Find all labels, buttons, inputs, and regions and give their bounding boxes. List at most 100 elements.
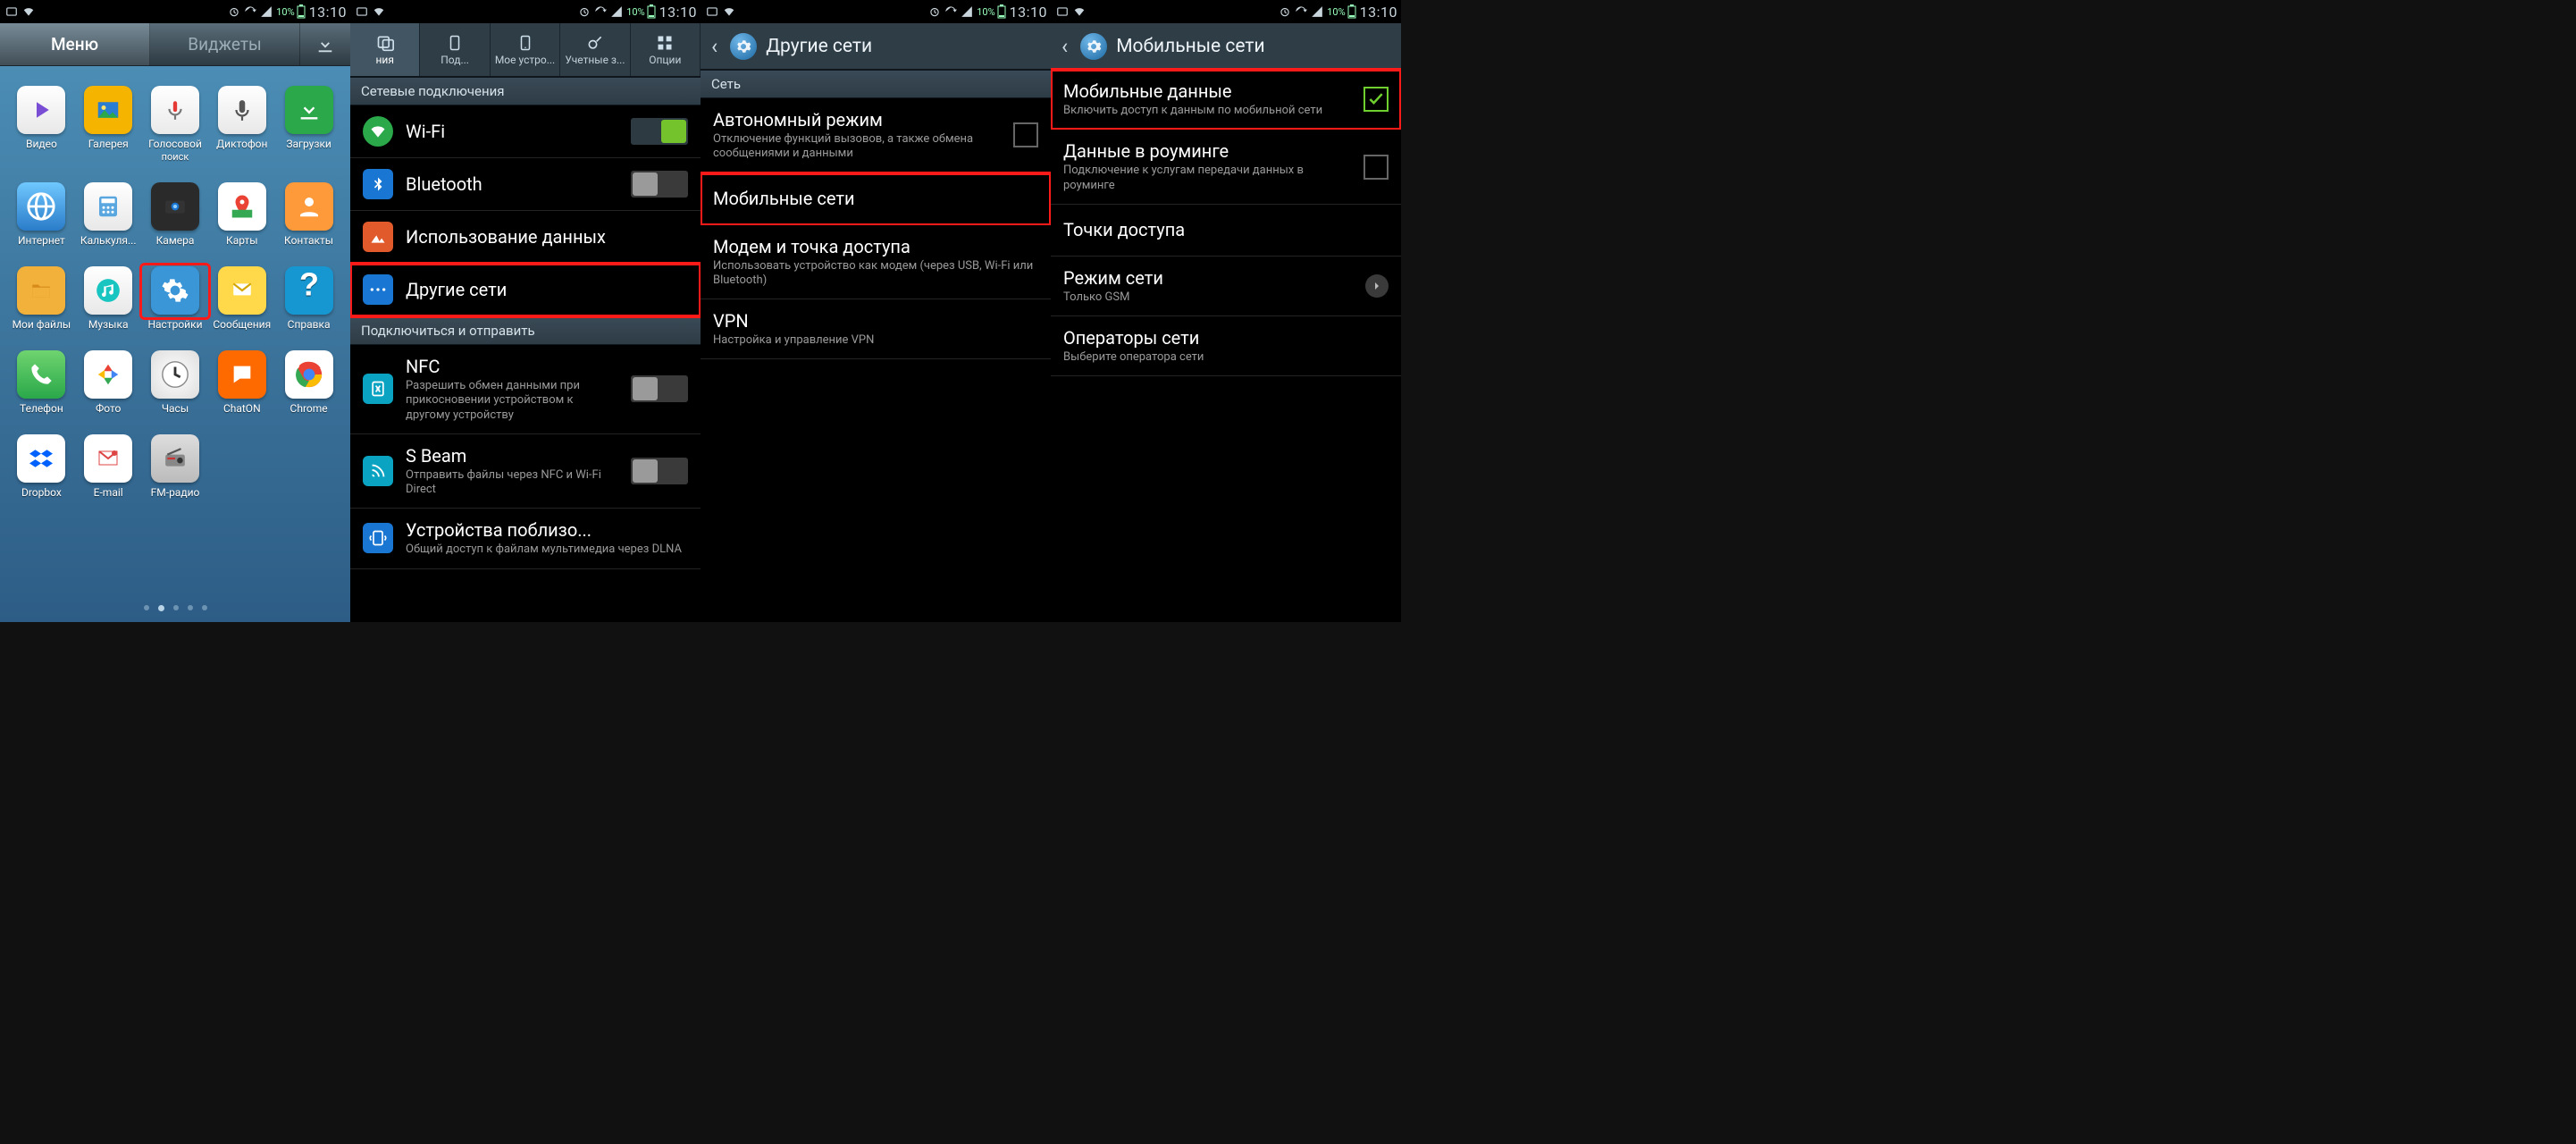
row-sbeam[interactable]: S BeamОтправить файлы через NFC и Wi-Fi …: [350, 434, 701, 509]
row-netmode[interactable]: Режим сетиТолько GSM: [1051, 257, 1401, 316]
checkbox-roaming[interactable]: [1364, 155, 1389, 180]
row-title: Wi-Fi: [406, 121, 618, 142]
help-icon: ?: [285, 266, 333, 315]
radio-icon: [151, 434, 199, 483]
row-title: Мобильные сети: [713, 188, 1038, 209]
row-mobiledata[interactable]: Мобильные данныеВключить доступ к данным…: [1051, 70, 1401, 130]
clock: 13:10: [659, 4, 697, 21]
row-wifi[interactable]: Wi-Fi: [350, 105, 701, 158]
row-tether[interactable]: Модем и точка доступаИспользовать устрой…: [701, 225, 1051, 300]
app-label: Видео: [26, 138, 57, 150]
screen-title: Другие сети: [766, 36, 872, 57]
ie-icon: [17, 182, 65, 231]
app-msg[interactable]: Сообщения: [209, 266, 274, 331]
app-video[interactable]: Видео: [9, 86, 74, 163]
row-nfc[interactable]: NFCРазрешить обмен данными при прикоснов…: [350, 345, 701, 434]
dl-icon: [285, 86, 333, 134]
row-subtitle: Выберите оператора сети: [1063, 350, 1389, 365]
app-contacts[interactable]: Контакты: [276, 182, 341, 247]
tab-mydevice[interactable]: Мое устро...: [491, 23, 560, 76]
clock: 13:10: [1360, 4, 1397, 21]
app-phone[interactable]: Телефон: [9, 350, 74, 415]
tab-widgets[interactable]: Виджеты: [150, 23, 300, 65]
app-calc[interactable]: Калькуля...: [76, 182, 141, 247]
battery-indicator: 10%: [276, 4, 305, 19]
app-label-sub: поиск: [162, 151, 189, 163]
app-label: Dropbox: [21, 486, 62, 499]
row-morenets[interactable]: Другие сети: [350, 264, 701, 316]
back-button[interactable]: ‹: [1058, 34, 1071, 59]
app-music[interactable]: Музыка: [76, 266, 141, 331]
app-grid-area: ВидеоГалереяГолосовойпоискДиктофонЗагруз…: [0, 66, 350, 622]
app-cam[interactable]: Камера: [143, 182, 208, 247]
row-datausage[interactable]: Использование данных: [350, 211, 701, 264]
maps-icon: [218, 182, 266, 231]
download-tab-icon[interactable]: [300, 23, 350, 65]
app-label: Голосовой: [148, 138, 202, 150]
row-mobilenets[interactable]: Мобильные сети: [701, 173, 1051, 225]
tab-menu[interactable]: Меню: [0, 23, 150, 65]
section-network-connections: Сетевые подключения: [350, 77, 701, 105]
drawer-tabbar: Меню Виджеты: [0, 23, 350, 66]
music-icon: [84, 266, 132, 315]
app-label: Камера: [156, 234, 195, 247]
toggle-bt[interactable]: [631, 171, 688, 198]
app-voice[interactable]: Голосовойпоиск: [143, 86, 208, 163]
toggle-sbeam[interactable]: [631, 458, 688, 484]
row-subtitle: Использовать устройство как модем (через…: [713, 259, 1038, 289]
toggle-nfc[interactable]: [631, 375, 688, 402]
app-label: FM-радио: [151, 486, 200, 499]
row-nearby[interactable]: Устройства поблизо...Общий доступ к файл…: [350, 509, 701, 568]
app-photos[interactable]: Фото: [76, 350, 141, 415]
row-subtitle: Разрешить обмен данными при прикосновени…: [406, 379, 618, 423]
section-connect-share: Подключиться и отправить: [350, 316, 701, 345]
chevron-right-icon: [1365, 274, 1389, 298]
tab-accounts[interactable]: Учетные з...: [560, 23, 630, 76]
app-email[interactable]: E-mail: [76, 434, 141, 499]
row-subtitle: Включить доступ к данным по мобильной се…: [1063, 104, 1351, 118]
app-chrome[interactable]: Chrome: [276, 350, 341, 415]
status-bar: 10% 13:10: [0, 0, 350, 23]
row-airplane[interactable]: Автономный режимОтключение функций вызов…: [701, 98, 1051, 173]
app-gallery[interactable]: Галерея: [76, 86, 141, 163]
checkbox-mobiledata[interactable]: [1364, 87, 1389, 112]
row-vpn[interactable]: VPNНастройка и управление VPN: [701, 299, 1051, 359]
row-title: Устройства поблизо...: [406, 519, 688, 541]
row-operators[interactable]: Операторы сетиВыберите оператора сети: [1051, 316, 1401, 376]
app-files[interactable]: Мои файлы: [9, 266, 74, 331]
app-clock[interactable]: Часы: [143, 350, 208, 415]
page-indicator: [9, 598, 341, 615]
app-maps[interactable]: Карты: [209, 182, 274, 247]
phone-icon: [17, 350, 65, 399]
row-apn[interactable]: Точки доступа: [1051, 205, 1401, 257]
tab-device[interactable]: Под...: [420, 23, 490, 76]
app-radio[interactable]: FM-радио: [143, 434, 208, 499]
status-bar: 10% 13:10: [1051, 0, 1401, 23]
tab-more[interactable]: Опции: [631, 23, 701, 76]
row-title: Использование данных: [406, 226, 688, 248]
row-bt[interactable]: Bluetooth: [350, 158, 701, 211]
row-title: NFC: [406, 356, 618, 377]
row-subtitle: Отправить файлы через NFC и Wi-Fi Direct: [406, 468, 618, 498]
app-help[interactable]: ?Справка: [276, 266, 341, 331]
app-rec[interactable]: Диктофон: [209, 86, 274, 163]
app-ie[interactable]: Интернет: [9, 182, 74, 247]
app-dropbox[interactable]: Dropbox: [9, 434, 74, 499]
app-chaton[interactable]: ChatON: [209, 350, 274, 415]
app-label: ChatON: [223, 402, 261, 415]
back-button[interactable]: ‹: [708, 34, 721, 59]
sync-icon: [944, 5, 957, 18]
app-label: Chrome: [290, 402, 328, 415]
row-title: S Beam: [406, 445, 618, 467]
chaton-icon: [218, 350, 266, 399]
cam-icon: [151, 182, 199, 231]
app-settings[interactable]: Настройки: [143, 266, 208, 331]
tab-connections[interactable]: ния: [350, 23, 420, 76]
row-roaming[interactable]: Данные в роумингеПодключение к услугам п…: [1051, 130, 1401, 205]
app-dl[interactable]: Загрузки: [276, 86, 341, 163]
app-label: E-mail: [94, 486, 123, 499]
checkbox-airplane[interactable]: [1013, 122, 1038, 147]
signal-icon: [610, 5, 623, 18]
app-label: Настройки: [147, 318, 202, 331]
toggle-wifi[interactable]: [631, 118, 688, 145]
